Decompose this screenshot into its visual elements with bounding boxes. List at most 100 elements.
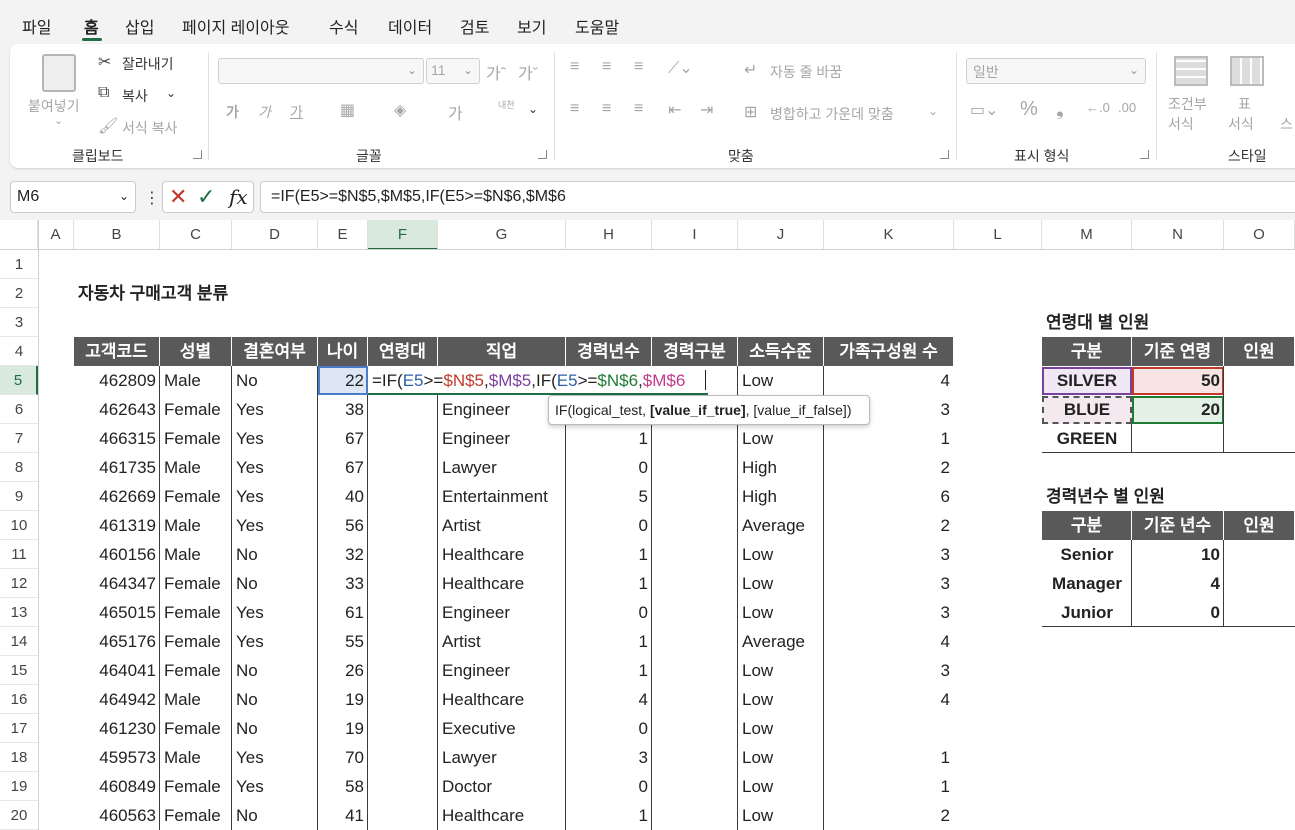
table-cell-married[interactable]: No [232,714,318,743]
row-header-10[interactable]: 10 [0,511,38,540]
increase-indent-icon[interactable]: ⇥ [700,100,713,120]
phonetic-dropdown-icon[interactable]: ⌄ [528,102,538,116]
table-cell-job[interactable]: Engineer [438,598,566,627]
table-cell-job[interactable]: Healthcare [438,540,566,569]
table-cell-age[interactable]: 70 [318,743,368,772]
row-header-14[interactable]: 14 [0,627,38,656]
table-cell-gender[interactable]: Female [160,598,232,627]
table-cell-age-group[interactable] [368,569,438,598]
table-cell-age[interactable]: 19 [318,685,368,714]
career-junior-threshold[interactable]: 0 [1132,598,1224,627]
italic-button[interactable]: 가 [258,102,271,122]
table-cell-income[interactable]: Average [738,627,824,656]
table-cell-gender[interactable]: Male [160,540,232,569]
table-cell-career-class[interactable] [652,656,738,685]
col-header-j[interactable]: J [738,220,824,250]
menu-formulas[interactable]: 수식 [329,14,358,38]
col-header-a[interactable]: A [38,220,74,250]
align-bottom-icon[interactable]: ≡ [634,58,643,76]
table-cell-customer-code[interactable]: 460849 [74,772,160,801]
table-cell-career-years[interactable]: 1 [566,627,652,656]
grow-font-icon[interactable]: 가ˆ [486,60,506,84]
col-header-h[interactable]: H [566,220,652,250]
row-header-8[interactable]: 8 [0,453,38,482]
table-cell-gender[interactable]: Male [160,743,232,772]
career-senior[interactable]: Senior [1042,540,1132,569]
align-left-icon[interactable]: ≡ [570,100,579,118]
row-header-19[interactable]: 19 [0,772,38,801]
table-cell-age[interactable]: 41 [318,801,368,830]
row-header-9[interactable]: 9 [0,482,38,511]
row-header-6[interactable]: 6 [0,395,38,424]
cell-e5[interactable]: 22 [318,366,368,395]
table-cell-job[interactable]: Healthcare [438,569,566,598]
font-size-combo[interactable]: 11 ⌄ [426,58,480,84]
comma-icon[interactable]: ❟ [1056,98,1064,121]
table-cell-income[interactable]: Average [738,511,824,540]
formula-input[interactable]: =IF(E5>=$N$5,$M$5,IF(E5>=$N$6,$M$6 [260,181,1295,213]
col-header-g[interactable]: G [438,220,566,250]
shrink-font-icon[interactable]: 가ˇ [518,60,538,84]
table-cell-married[interactable]: Yes [232,627,318,656]
table-cell-gender[interactable]: Female [160,714,232,743]
col-header-k[interactable]: K [824,220,954,250]
menu-home[interactable]: 홈 [84,14,99,38]
table-cell-age-group[interactable] [368,598,438,627]
table-cell-income[interactable]: Low [738,598,824,627]
table-cell-family-size[interactable]: 3 [824,656,954,685]
row-header-7[interactable]: 7 [0,424,38,453]
table-cell-family-size[interactable]: 1 [824,424,954,453]
align-center-icon[interactable]: ≡ [602,100,611,118]
cell-styles-button[interactable]: 스 [1280,114,1293,134]
col-header-b[interactable]: B [74,220,160,250]
table-cell-customer-code[interactable]: 462669 [74,482,160,511]
table-cell-job[interactable]: Executive [438,714,566,743]
col-header-i[interactable]: I [652,220,738,250]
paste-icon[interactable] [42,54,76,92]
career-manager-threshold[interactable]: 4 [1132,569,1224,598]
table-cell-married[interactable]: Yes [232,453,318,482]
age-blue-threshold[interactable]: 20 [1132,395,1224,424]
table-cell-family-size[interactable]: 3 [824,569,954,598]
table-cell-married[interactable]: No [232,656,318,685]
table-cell-customer-code[interactable]: 465015 [74,598,160,627]
increase-decimal-icon[interactable]: ←.0 [1086,100,1110,115]
table-cell-career-class[interactable] [652,482,738,511]
table-cell-age-group[interactable] [368,395,438,424]
table-cell-career-years[interactable]: 0 [566,511,652,540]
table-cell-married[interactable]: Yes [232,424,318,453]
table-cell-gender[interactable]: Female [160,395,232,424]
table-cell-job[interactable]: Artist [438,627,566,656]
table-cell-married[interactable]: Yes [232,395,318,424]
table-cell-age-group[interactable] [368,685,438,714]
table-cell-job[interactable]: Doctor [438,772,566,801]
number-launcher-icon[interactable] [1140,150,1149,159]
table-cell-age-group[interactable] [368,743,438,772]
table-cell-career-years[interactable]: 1 [566,424,652,453]
table-cell-job[interactable]: Healthcare [438,801,566,830]
table-cell-customer-code[interactable]: 459573 [74,743,160,772]
row-header-3[interactable]: 3 [0,308,38,337]
font-color-icon[interactable]: 가 [448,100,463,124]
table-cell-family-size[interactable]: 4 [824,685,954,714]
row-header-16[interactable]: 16 [0,685,38,714]
more-options-icon[interactable]: ⋮ [144,188,160,208]
table-cell-income[interactable]: Low [738,540,824,569]
table-cell-job[interactable]: Engineer [438,424,566,453]
menu-review[interactable]: 검토 [460,14,489,38]
menu-page-layout[interactable]: 페이지 레이아웃 [182,14,290,38]
table-cell-age-group[interactable] [368,627,438,656]
insert-function-icon[interactable]: fx [229,185,248,209]
wrap-text-button[interactable]: 자동 줄 바꿈 [770,62,842,82]
merge-dropdown-icon[interactable]: ⌄ [928,104,938,118]
col-header-e[interactable]: E [318,220,368,250]
table-cell-career-years[interactable]: 0 [566,598,652,627]
table-cell-age[interactable]: 55 [318,627,368,656]
table-cell-family-size[interactable]: 1 [824,772,954,801]
age-green[interactable]: GREEN [1042,424,1132,453]
table-cell-job[interactable]: Entertainment [438,482,566,511]
table-cell-customer-code[interactable]: 466315 [74,424,160,453]
col-header-f[interactable]: F [368,220,438,250]
table-cell-career-class[interactable] [652,598,738,627]
table-cell-career-years[interactable]: 0 [566,453,652,482]
